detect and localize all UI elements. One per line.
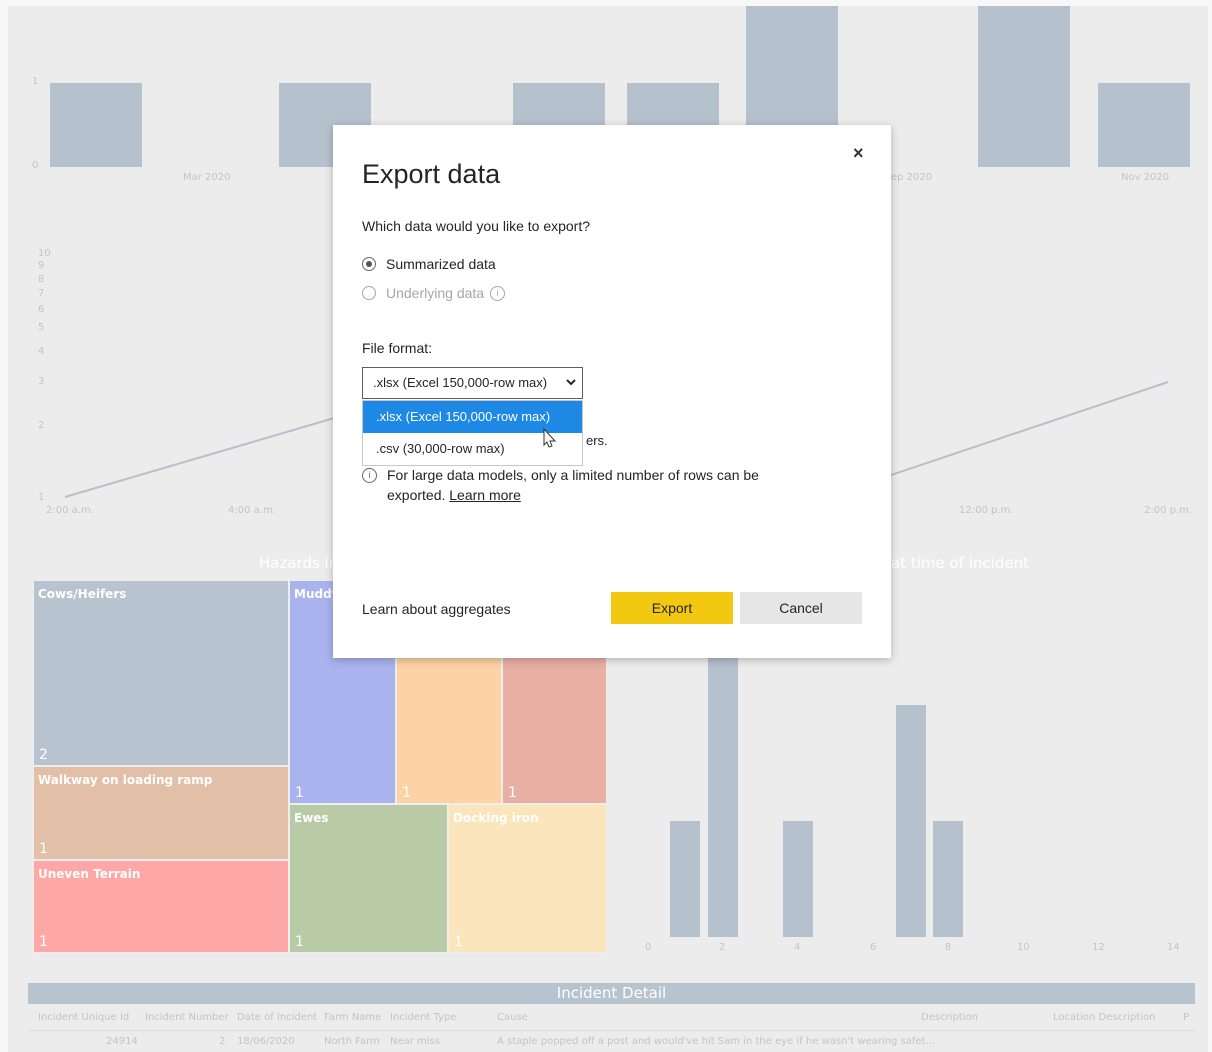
treemap-cell[interactable]: Uneven Terrain 1 [33,860,289,953]
treemap-cell[interactable]: Ewes 1 [289,804,448,953]
mouse-pointer-icon [543,427,557,448]
treemap-cell-count: 1 [295,934,304,950]
histogram-title: at time of incident [891,554,1029,572]
column-header[interactable]: Incident Unique Id [38,1012,129,1023]
treemap-title: Hazards in [259,554,339,572]
treemap-cell-count: 1 [295,785,304,801]
dialog-title: Export data [362,159,501,189]
column-header[interactable]: Incident Number [145,1012,229,1023]
radio-button [362,286,376,300]
export-question: Which data would you like to export? [362,218,591,234]
radio-label: Summarized data [386,256,496,272]
column-header[interactable]: Cause [497,1012,528,1023]
x-tick: 2 [719,942,726,953]
chart-bar[interactable] [783,821,813,937]
treemap-cell-label: Walkway on loading ramp [38,773,213,787]
treemap-cell-count: 1 [508,785,517,801]
treemap-cell-count: 1 [402,785,411,801]
column-header[interactable]: P [1183,1012,1189,1023]
export-data-dialog: × Export data Which data would you like … [333,125,891,658]
table-cell[interactable]: 18/06/2020 [237,1036,295,1047]
treemap-cell-label: Cows/Heifers [38,587,127,601]
obscured-text: ers. [586,433,608,448]
table-cell[interactable]: 2 [219,1036,225,1047]
file-format-select[interactable]: .xlsx (Excel 150,000-row max) [362,367,583,399]
close-icon[interactable]: × [853,143,864,164]
table-cell[interactable]: 24914 [106,1036,138,1047]
column-header[interactable]: Location Description [1053,1012,1155,1023]
column-header[interactable]: Incident Type [390,1012,456,1023]
treemap-cell[interactable]: Cows/Heifers 2 [33,580,289,766]
large-model-note: i For large data models, only a limited … [362,465,787,505]
table-cell[interactable]: A staple popped off a post and would've … [497,1036,935,1047]
note-text: For large data models, only a limited nu… [387,467,759,503]
radio-underlying-data: Underlying data i [362,285,506,301]
info-icon[interactable]: i [490,285,506,301]
x-tick: 4:00 a.m. [228,505,276,516]
x-tick: 12 [1092,942,1105,953]
x-tick: 2:00 a.m. [46,505,94,516]
treemap-cell-count: 1 [39,934,48,950]
incident-detail-title: Incident Detail [28,983,1195,1004]
export-button[interactable]: Export [611,592,733,624]
learn-more-link[interactable]: Learn more [449,487,521,503]
treemap-cell-count: 1 [454,934,463,950]
treemap-cell-label: Uneven Terrain [38,867,141,881]
x-tick: 2:00 p.m. [1144,505,1193,516]
radio-label: Underlying data [386,285,485,301]
chart-bar[interactable] [670,821,700,937]
chart-bar[interactable] [896,705,926,937]
table-cell[interactable]: North Farm [324,1036,380,1047]
x-tick: 8 [945,942,952,953]
row-divider [28,1030,1195,1031]
x-tick: 4 [794,942,801,953]
column-header[interactable]: Farm Name [324,1012,381,1023]
column-header[interactable]: Date of Incident [237,1012,317,1023]
radio-button[interactable] [362,257,376,271]
treemap-cell[interactable]: Docking iron 1 [448,804,607,953]
radio-summarized-data[interactable]: Summarized data [362,256,496,272]
chart-bar[interactable] [708,656,738,937]
x-tick: 12:00 p.m. [959,505,1014,516]
chart-bar[interactable] [933,821,963,937]
table-cell[interactable]: Near miss [390,1036,440,1047]
column-header[interactable]: Description [921,1012,978,1023]
treemap-cell-count: 2 [39,747,48,763]
x-tick: 0 [645,942,652,953]
treemap-cell-label: Ewes [294,811,329,825]
x-tick: 10 [1017,942,1030,953]
x-tick: 14 [1167,942,1180,953]
cancel-button[interactable]: Cancel [740,592,862,624]
info-icon: i [362,468,377,483]
treemap-cell-count: 1 [39,841,48,857]
file-format-label: File format: [362,340,433,356]
treemap-cell-label: Docking iron [453,811,539,825]
learn-about-aggregates-link[interactable]: Learn about aggregates [362,601,511,617]
select-value: .xlsx (Excel 150,000-row max) [373,375,548,390]
treemap-cell[interactable]: Walkway on loading ramp 1 [33,766,289,860]
x-tick: 6 [870,942,877,953]
